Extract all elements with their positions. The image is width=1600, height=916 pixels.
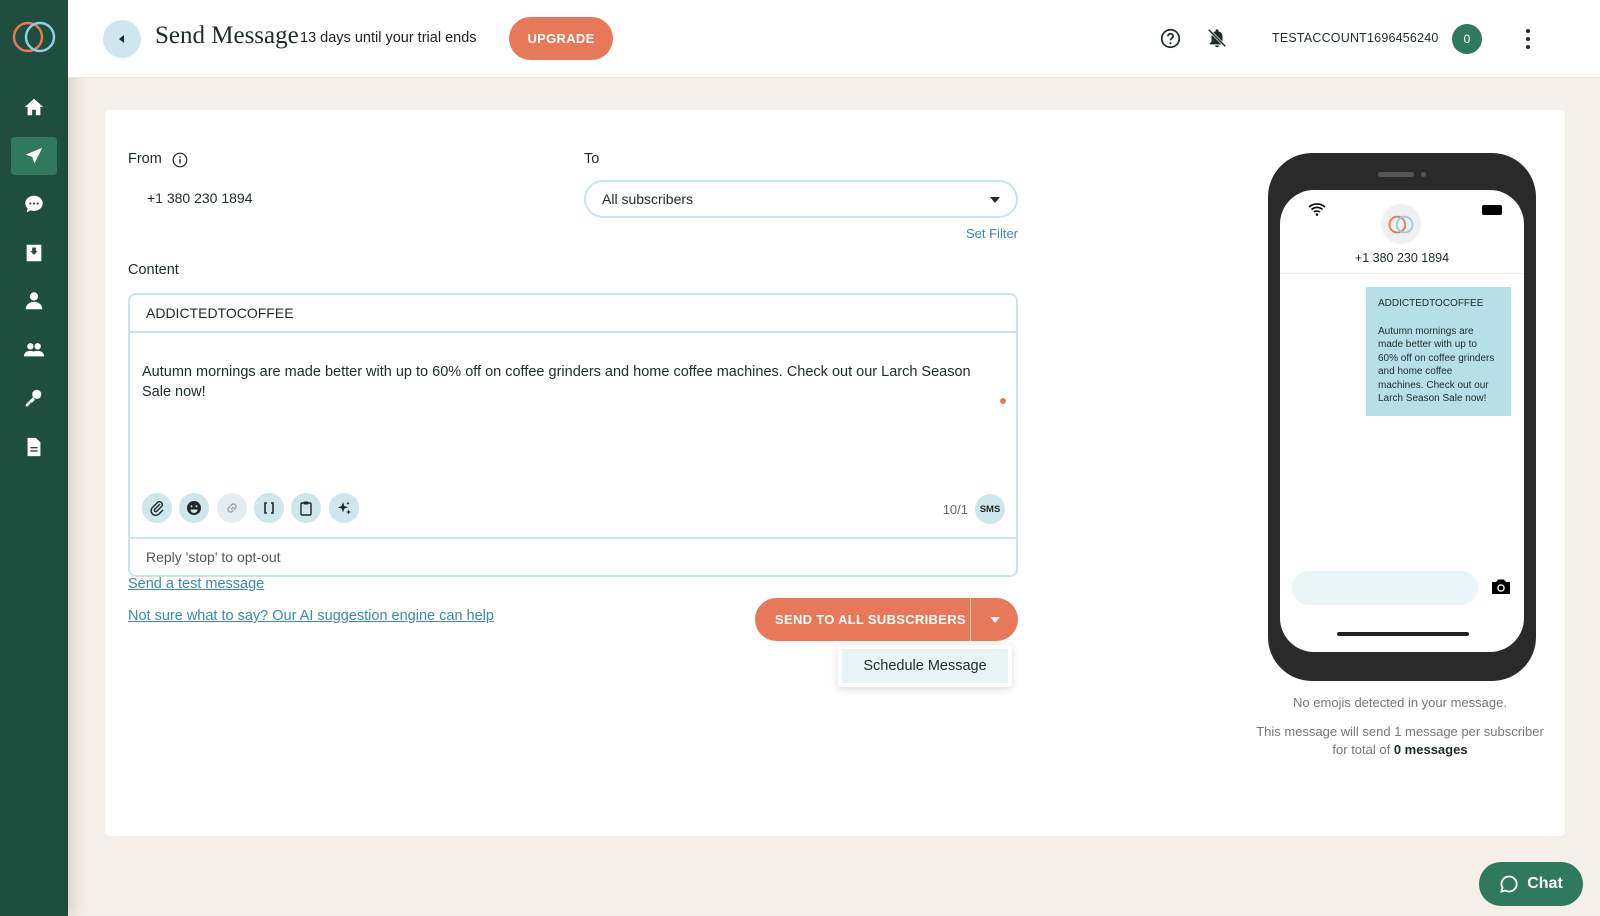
key-icon	[25, 389, 42, 407]
send-icon	[25, 147, 43, 164]
sidebar-item-reports[interactable]	[11, 428, 57, 466]
compose-card: From +1 380 230 1894 To All subscribers …	[105, 110, 1565, 836]
sidebar-item-conversations[interactable]	[11, 185, 57, 223]
message-bubble: ADDICTEDTOCOFFEE Autumn mornings are mad…	[1366, 287, 1511, 416]
phone-speaker	[1378, 172, 1414, 177]
sidebar-item-subscribers[interactable]	[11, 331, 57, 369]
from-label: From	[128, 151, 162, 167]
chat-label: Chat	[1527, 875, 1563, 892]
brand-logo	[1388, 215, 1414, 234]
caret-down-icon	[990, 197, 1000, 203]
sidebar-item-keywords[interactable]	[11, 379, 57, 417]
ai-suggestion-link[interactable]: Not sure what to say? Our AI suggestion …	[128, 608, 494, 624]
phone-camera	[1421, 172, 1426, 177]
set-filter-link[interactable]: Set Filter	[966, 226, 1018, 241]
clipboard-icon	[300, 501, 312, 516]
bubble-subject: ADDICTEDTOCOFFEE	[1378, 298, 1484, 309]
sparkles-icon	[338, 501, 351, 515]
preview-input-bar	[1292, 571, 1478, 605]
sender-avatar	[1381, 204, 1421, 244]
bubble-body: Autumn mornings are made better with up …	[1378, 325, 1495, 405]
subject-input[interactable]: ADDICTEDTOCOFFEE	[130, 295, 1016, 333]
chat-bubble-icon	[25, 195, 43, 213]
optout-text: Reply 'stop' to opt-out	[130, 537, 1016, 575]
chat-icon	[1500, 875, 1518, 893]
phone-preview: +1 380 230 1894 ADDICTEDTOCOFFEE Autumn …	[1268, 153, 1536, 681]
battery-icon	[1482, 205, 1502, 215]
link-icon	[227, 503, 237, 513]
emoji-button[interactable]	[179, 493, 209, 523]
back-button[interactable]	[103, 20, 141, 58]
send-options-menu: Schedule Message	[838, 645, 1012, 687]
sidebar-item-send[interactable]	[11, 137, 57, 175]
attach-button[interactable]	[142, 493, 172, 523]
more-vertical-icon[interactable]	[1518, 27, 1538, 51]
brand-logo[interactable]	[11, 18, 57, 54]
caret-down-icon	[989, 616, 1000, 623]
send-options-dropdown[interactable]	[971, 598, 1018, 641]
preview-divider	[1280, 273, 1524, 274]
to-select[interactable]: All subscribers	[584, 180, 1018, 218]
camera-icon	[1492, 579, 1510, 594]
to-label: To	[584, 151, 600, 167]
wifi-icon	[1308, 203, 1326, 216]
users-icon	[23, 343, 45, 357]
from-number: +1 380 230 1894	[147, 190, 253, 206]
top-bar: Send Message 13 days until your trial en…	[68, 0, 1600, 78]
message-body-input[interactable]: Autumn mornings are made better with up …	[142, 362, 992, 402]
account-name[interactable]: TESTACCOUNT1696456240	[1272, 31, 1439, 45]
emoji-note: No emojis detected in your message.	[1293, 695, 1507, 710]
sidebar-item-profile[interactable]	[11, 282, 57, 320]
account-badge[interactable]: 0	[1452, 24, 1482, 54]
message-count-total: 0 messages	[1393, 742, 1468, 757]
template-button[interactable]	[291, 493, 321, 523]
sidebar-item-home[interactable]	[11, 88, 57, 126]
merge-tag-button[interactable]	[254, 493, 284, 523]
schedule-message-item[interactable]: Schedule Message	[842, 649, 1008, 683]
user-icon	[25, 292, 43, 310]
help-icon[interactable]	[1160, 28, 1181, 49]
page-title: Send Message	[155, 22, 299, 49]
phone-screen: +1 380 230 1894 ADDICTEDTOCOFFEE Autumn …	[1280, 190, 1524, 652]
status-dot	[1000, 398, 1006, 404]
emoji-icon	[187, 501, 201, 515]
to-select-value: All subscribers	[602, 191, 694, 207]
content-label: Content	[128, 262, 179, 278]
send-test-link[interactable]: Send a test message	[128, 576, 264, 592]
chevron-left-icon	[119, 35, 124, 43]
message-count-note: This message will send 1 message per sub…	[1250, 723, 1550, 759]
chat-button[interactable]: Chat	[1479, 862, 1583, 906]
character-count: 10/1	[942, 502, 968, 517]
home-indicator	[1337, 632, 1469, 636]
home-icon	[24, 98, 44, 116]
send-button[interactable]: SEND TO ALL SUBSCRIBERS	[755, 598, 1018, 641]
inbox-icon	[26, 244, 42, 262]
paperclip-icon	[150, 501, 164, 516]
trial-notice: 13 days until your trial ends	[300, 30, 477, 46]
sidebar	[0, 0, 68, 916]
ai-assist-button[interactable]	[329, 493, 359, 523]
info-icon[interactable]	[172, 152, 188, 168]
upgrade-button[interactable]: UPGRADE	[509, 17, 613, 60]
sms-badge: SMS	[975, 494, 1005, 524]
send-button-label[interactable]: SEND TO ALL SUBSCRIBERS	[755, 612, 970, 627]
link-button[interactable]	[217, 493, 247, 523]
message-editor: ADDICTEDTOCOFFEE Autumn mornings are mad…	[128, 293, 1018, 577]
preview-sender: +1 380 230 1894	[1354, 251, 1450, 265]
brackets-icon	[264, 502, 274, 514]
notifications-off-icon[interactable]	[1206, 27, 1228, 49]
document-icon	[27, 437, 41, 457]
sidebar-item-inbox[interactable]	[11, 234, 57, 272]
